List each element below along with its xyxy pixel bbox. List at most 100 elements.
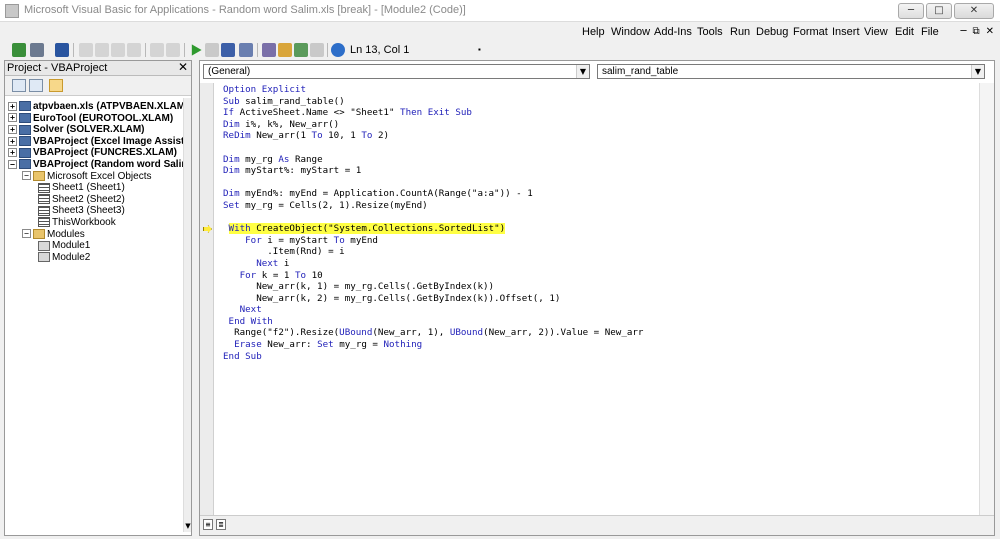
code-line[interactable]: New_arr(k, 1) = my_rg.Cells(.GetByIndex(… <box>223 281 643 293</box>
procedure-view-icon[interactable]: ≡ <box>203 519 213 530</box>
save-icon[interactable] <box>55 43 69 57</box>
project-scrollbar[interactable]: ▼ <box>183 98 191 532</box>
tree-item[interactable]: Sheet3 (Sheet3) <box>38 205 125 217</box>
code-line[interactable]: With CreateObject("System.Collections.So… <box>223 223 643 235</box>
help-icon[interactable] <box>331 43 345 57</box>
tree-item[interactable]: + Solver (SOLVER.XLAM) <box>8 124 145 136</box>
menu-edit[interactable]: Edit <box>895 26 914 38</box>
mdi-close-icon[interactable]: ✕ <box>986 26 994 37</box>
code-line[interactable]: If ActiveSheet.Name <> "Sheet1" Then Exi… <box>223 107 643 119</box>
run-icon[interactable] <box>191 44 202 56</box>
properties-window-icon[interactable] <box>278 43 292 57</box>
paste-icon[interactable] <box>111 43 125 57</box>
code-line[interactable]: Next <box>223 304 643 316</box>
tree-item[interactable]: − Modules <box>22 229 85 241</box>
code-line[interactable]: .Item(Rnd) = i <box>223 246 643 258</box>
break-icon[interactable] <box>205 43 219 57</box>
tree-item[interactable]: + EuroTool (EUROTOOL.XLAM) <box>8 113 173 125</box>
redo-icon[interactable] <box>166 43 180 57</box>
menu-run[interactable]: Run <box>730 26 750 38</box>
code-line[interactable]: End With <box>223 316 643 328</box>
code-line[interactable]: Set my_rg = Cells(2, 1).Resize(myEnd) <box>223 200 643 212</box>
tree-item[interactable]: − VBAProject (Random word Salim.xls) <box>8 159 185 171</box>
collapse-icon[interactable]: − <box>22 171 31 181</box>
tree-item[interactable]: − Microsoft Excel Objects <box>22 171 151 183</box>
code-line[interactable]: Erase New_arr: Set my_rg = Nothing <box>223 339 643 351</box>
expand-icon[interactable]: + <box>8 101 17 111</box>
code-line[interactable]: ReDim New_arr(1 To 10, 1 To 2) <box>223 130 643 142</box>
code-line[interactable]: Sub salim_rand_table() <box>223 96 643 108</box>
menu-add-ins[interactable]: Add-Ins <box>654 26 692 38</box>
code-line[interactable] <box>223 142 643 154</box>
menu-help[interactable]: Help <box>582 26 605 38</box>
code-line[interactable]: Next i <box>223 258 643 270</box>
chevron-down-icon[interactable]: ▼ <box>576 65 589 78</box>
expand-icon[interactable]: + <box>8 136 17 146</box>
cut-icon[interactable] <box>79 43 93 57</box>
tree-item[interactable]: Sheet1 (Sheet1) <box>38 182 125 194</box>
project-explorer-icon[interactable] <box>262 43 276 57</box>
code-line[interactable]: Dim myStart%: myStart = 1 <box>223 165 643 177</box>
find-icon[interactable] <box>127 43 141 57</box>
code-line[interactable]: Dim i%, k%, New_arr() <box>223 119 643 131</box>
code-line[interactable]: Option Explicit <box>223 84 643 96</box>
object-browser-icon[interactable] <box>294 43 308 57</box>
tree-item[interactable]: + VBAProject (Excel Image Assistant.xla <box>8 136 185 148</box>
view-object-icon[interactable] <box>29 79 43 92</box>
full-module-view-icon[interactable]: ≣ <box>216 519 226 530</box>
minimize-icon[interactable]: ─ <box>898 3 924 19</box>
tree-item[interactable]: + VBAProject (FUNCRES.XLAM) <box>8 147 177 159</box>
menu-insert[interactable]: Insert <box>832 26 860 38</box>
expand-icon[interactable]: + <box>8 113 17 123</box>
view-code-icon[interactable] <box>12 79 26 92</box>
collapse-icon[interactable]: − <box>8 159 17 169</box>
menu-view[interactable]: View <box>864 26 888 38</box>
expand-icon[interactable]: + <box>8 125 17 135</box>
toolbar-grip-icon[interactable]: ▪ <box>478 43 484 57</box>
code-line[interactable]: Dim my_rg As Range <box>223 154 643 166</box>
insert-userform-icon[interactable] <box>30 43 44 57</box>
maximize-icon[interactable]: □ <box>926 3 952 19</box>
toggle-folders-icon[interactable] <box>49 79 63 92</box>
code-line[interactable]: Range("f2").Resize(UBound(New_arr, 1), U… <box>223 327 643 339</box>
code-line[interactable]: Dim myEnd%: myEnd = Application.CountA(R… <box>223 188 643 200</box>
tree-item[interactable]: Sheet2 (Sheet2) <box>38 194 125 206</box>
copy-icon[interactable] <box>95 43 109 57</box>
reset-icon[interactable] <box>221 43 235 57</box>
mdi-restore-icon[interactable]: ⧉ <box>972 26 979 37</box>
view-excel-icon[interactable] <box>12 43 26 57</box>
project-tree[interactable]: + atpvbaen.xls (ATPVBAEN.XLAM) + EuroTool (… <box>5 98 185 533</box>
scroll-down-icon[interactable]: ▼ <box>184 522 192 532</box>
close-icon[interactable]: ✕ <box>954 3 994 19</box>
tree-item[interactable]: Module1 <box>38 240 90 252</box>
code-line[interactable] <box>223 177 643 189</box>
mdi-minimize-icon[interactable]: ─ <box>960 26 966 37</box>
code-scrollbar[interactable] <box>979 83 994 516</box>
margin-indicator-bar[interactable] <box>200 83 214 516</box>
object-combo[interactable]: (General) ▼ <box>203 64 590 79</box>
toolbox-icon[interactable] <box>310 43 324 57</box>
undo-icon[interactable] <box>150 43 164 57</box>
tree-item[interactable]: Module2 <box>38 252 90 264</box>
menu-file[interactable]: File <box>921 26 939 38</box>
menu-format[interactable]: Format <box>793 26 828 38</box>
tree-item[interactable]: + atpvbaen.xls (ATPVBAEN.XLAM) <box>8 101 185 113</box>
code-line[interactable]: For i = myStart To myEnd <box>223 235 643 247</box>
tree-item[interactable]: ThisWorkbook <box>38 217 116 229</box>
collapse-icon[interactable]: − <box>22 229 31 239</box>
design-mode-icon[interactable] <box>239 43 253 57</box>
code-line[interactable]: New_arr(k, 2) = my_rg.Cells(.GetByIndex(… <box>223 293 643 305</box>
project-close-icon[interactable]: ✕ <box>177 61 189 74</box>
code-line[interactable]: End Sub <box>223 351 643 363</box>
code-line[interactable]: For k = 1 To 10 <box>223 270 643 282</box>
menu-tools[interactable]: Tools <box>697 26 723 38</box>
menu-debug[interactable]: Debug <box>756 26 788 38</box>
menu-window[interactable]: Window <box>611 26 650 38</box>
expand-icon[interactable]: + <box>8 148 17 158</box>
code-line[interactable] <box>223 212 643 224</box>
code-editor[interactable]: Option Explicit Sub salim_rand_table() If … <box>223 84 643 362</box>
procedure-combo[interactable]: salim_rand_table ▼ <box>597 64 985 79</box>
vba-app-icon[interactable] <box>5 4 19 18</box>
chevron-down-icon[interactable]: ▼ <box>971 65 984 78</box>
